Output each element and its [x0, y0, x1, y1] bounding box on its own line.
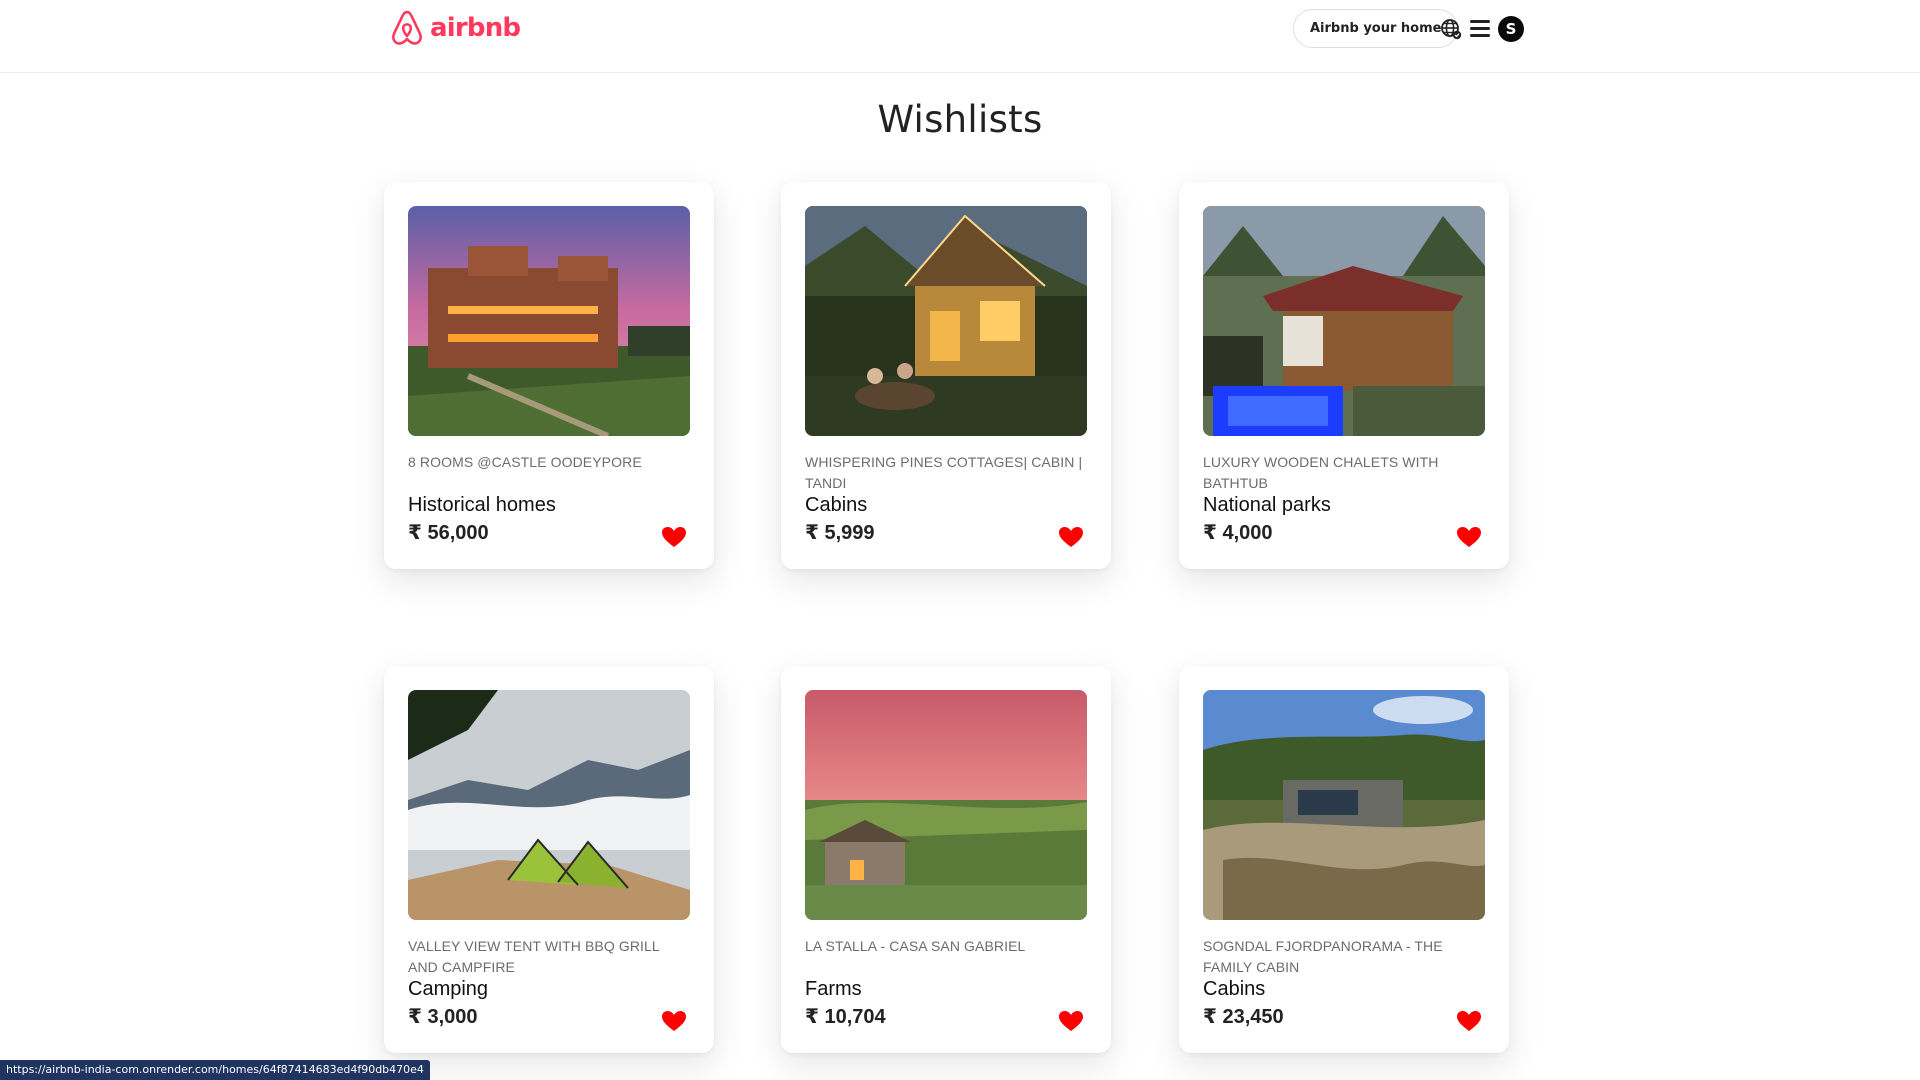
listing-name: LUXURY WOODEN CHALETS WITH BATHTUB [1203, 454, 1439, 491]
hamburger-menu-icon[interactable] [1470, 18, 1490, 38]
airbnb-your-home-button[interactable]: Airbnb your home [1293, 9, 1459, 48]
listing-category: Historical homes [408, 494, 556, 516]
listing-category: Cabins [1203, 978, 1266, 1000]
menu-bar [1470, 26, 1490, 30]
listing-price: ₹ 4,000 [1203, 522, 1273, 544]
user-avatar[interactable]: S [1498, 16, 1524, 42]
heart-icon[interactable] [1058, 1010, 1084, 1032]
globe-icon[interactable] [1440, 18, 1462, 40]
wishlist-card[interactable]: VALLEY VIEW TENT WITH BBQ GRILL AND CAMP… [384, 666, 714, 1053]
listing-photo[interactable] [408, 690, 690, 920]
wishlist-card[interactable]: SOGNDAL FJORDPANORAMA - THE FAMILY CABIN… [1179, 666, 1509, 1053]
listing-name: VALLEY VIEW TENT WITH BBQ GRILL AND CAMP… [408, 938, 660, 975]
listing-category: Farms [805, 978, 862, 1000]
listing-category: Camping [408, 978, 489, 1000]
menu-bar [1470, 33, 1490, 37]
listing-price: ₹ 56,000 [408, 522, 489, 544]
listing-price: ₹ 10,704 [805, 1006, 886, 1028]
top-navigation-bar: airbnb Airbnb your home S [0, 0, 1920, 73]
wishlist-card[interactable]: WHISPERING PINES COTTAGES| CABIN | TANDI… [781, 182, 1111, 569]
airbnb-logo-icon [392, 10, 422, 45]
menu-bar [1470, 19, 1490, 23]
chalet-photo-image [1203, 206, 1485, 436]
wishlist-card[interactable]: 8 ROOMS @CASTLE OODEYPORE Historical hom… [384, 182, 714, 569]
listing-photo[interactable] [408, 206, 690, 436]
listing-price: ₹ 3,000 [408, 1006, 478, 1028]
listing-category: Cabins [805, 494, 868, 516]
link-preview-status-bar: https://airbnb-india-com.onrender.com/ho… [0, 1060, 430, 1080]
listing-photo[interactable] [1203, 206, 1485, 436]
listing-category: National parks [1203, 494, 1331, 516]
cabin-photo-image [805, 206, 1087, 436]
listing-photo[interactable] [805, 206, 1087, 436]
airbnb-home-link[interactable]: airbnb [390, 8, 521, 48]
listing-price: ₹ 5,999 [805, 522, 875, 544]
listing-name: SOGNDAL FJORDPANORAMA - THE FAMILY CABIN [1203, 938, 1443, 975]
heart-icon[interactable] [1456, 526, 1482, 548]
heart-icon[interactable] [1456, 1010, 1482, 1032]
heart-icon[interactable] [661, 1010, 687, 1032]
heart-icon[interactable] [661, 526, 687, 548]
listing-name: LA STALLA - CASA SAN GABRIEL [805, 938, 1026, 954]
tent-photo-image [408, 690, 690, 920]
listing-name: 8 ROOMS @CASTLE OODEYPORE [408, 454, 642, 470]
listing-name: WHISPERING PINES COTTAGES| CABIN | TANDI [805, 454, 1083, 491]
listing-photo[interactable] [805, 690, 1087, 920]
listing-photo[interactable] [1203, 690, 1485, 920]
wishlist-card[interactable]: LA STALLA - CASA SAN GABRIEL Farms ₹ 10,… [781, 666, 1111, 1053]
castle-photo-image [408, 206, 690, 436]
brand-name: airbnb [430, 13, 521, 43]
listing-price: ₹ 23,450 [1203, 1006, 1284, 1028]
heart-icon[interactable] [1058, 526, 1084, 548]
page-title: Wishlists [877, 98, 1043, 141]
fjord-cabin-photo-image [1203, 690, 1485, 920]
wishlist-card[interactable]: LUXURY WOODEN CHALETS WITH BATHTUB Natio… [1179, 182, 1509, 569]
farm-photo-image [805, 690, 1087, 920]
